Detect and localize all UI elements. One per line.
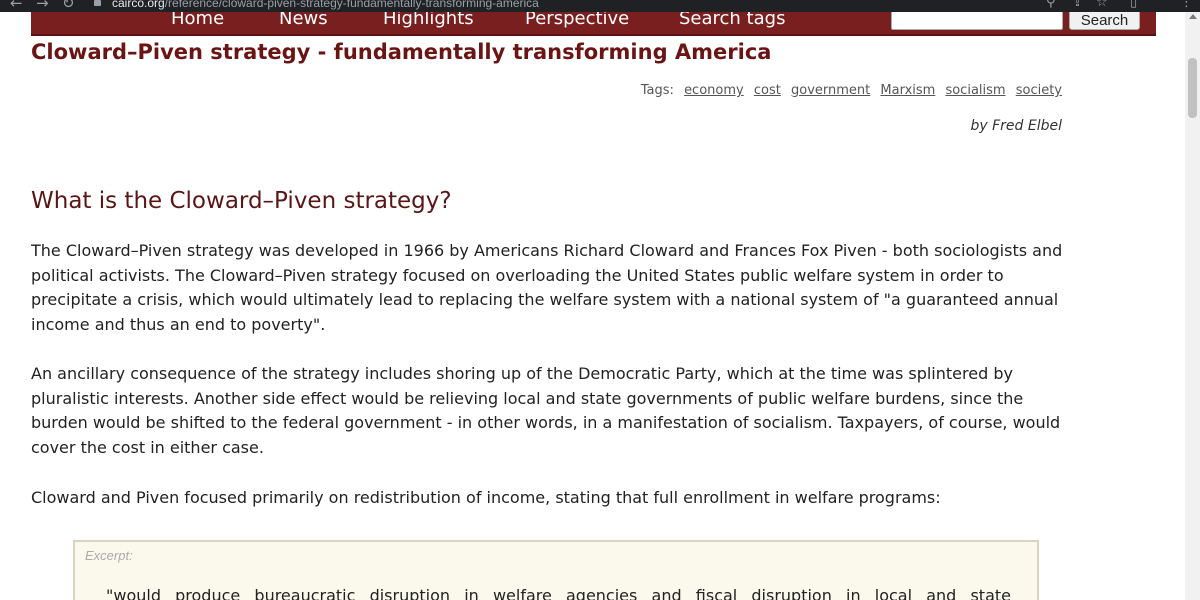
browser-toolbar: ← → ↻ cairco.org/reference/cloward-piven…	[0, 0, 1200, 12]
scroll-thumb[interactable]	[1188, 58, 1197, 118]
paragraph-2: An ancillary consequence of the strategy…	[31, 364, 1061, 457]
nav-search-tags[interactable]: Search tags	[679, 12, 785, 29]
sidepanel-icon[interactable]: ▯	[1130, 0, 1137, 10]
lock-icon	[94, 0, 101, 6]
search-input[interactable]	[891, 12, 1063, 30]
tag-list: Tags: economy cost government Marxism so…	[641, 83, 1062, 98]
tags-label: Tags:	[640, 83, 674, 98]
url-host: cairco.org	[112, 0, 165, 10]
nav-highlights[interactable]: Highlights	[383, 12, 474, 29]
paragraph-1: The Cloward–Piven strategy was developed…	[31, 241, 1063, 334]
tag-economy[interactable]: economy	[684, 83, 744, 98]
url-path: /reference/cloward-piven-strategy-fundam…	[164, 0, 539, 10]
byline: by Fred Elbel	[970, 118, 1062, 134]
back-icon[interactable]: ←	[10, 0, 23, 12]
menu-icon[interactable]: ⋮	[1180, 0, 1193, 10]
tag-government[interactable]: government	[791, 83, 870, 98]
address-bar[interactable]: cairco.org/reference/cloward-piven-strat…	[112, 0, 539, 10]
site-navbar: Home News Highlights Perspective Search …	[31, 12, 1156, 36]
tag-society[interactable]: society	[1016, 83, 1062, 98]
reload-icon[interactable]: ↻	[62, 0, 75, 12]
nav-perspective[interactable]: Perspective	[525, 12, 629, 29]
excerpt-box: Excerpt: "would produce bureaucratic dis…	[73, 540, 1039, 600]
paragraph-3: Cloward and Piven focused primarily on r…	[31, 488, 941, 507]
tag-cost[interactable]: cost	[754, 83, 781, 98]
forward-icon[interactable]: →	[36, 0, 49, 12]
nav-news[interactable]: News	[279, 12, 328, 29]
page-title: Cloward–Piven strategy - fundamentally t…	[31, 40, 772, 64]
excerpt-label: Excerpt:	[85, 548, 133, 563]
scroll-up-arrow-icon[interactable]	[1189, 14, 1197, 19]
nav-home[interactable]: Home	[171, 12, 224, 29]
zoom-icon[interactable]: ⚲	[1046, 0, 1056, 10]
page-scrollbar[interactable]	[1185, 12, 1200, 600]
tag-socialism[interactable]: socialism	[945, 83, 1005, 98]
search-button[interactable]: Search	[1069, 12, 1140, 30]
bookmark-star-icon[interactable]: ☆	[1096, 0, 1108, 10]
excerpt-quote: "would produce bureaucratic disruption i…	[106, 586, 1011, 600]
section-heading: What is the Cloward–Piven strategy?	[31, 188, 452, 214]
tag-marxism[interactable]: Marxism	[880, 83, 935, 98]
share-icon[interactable]: ⇪	[1072, 0, 1083, 10]
